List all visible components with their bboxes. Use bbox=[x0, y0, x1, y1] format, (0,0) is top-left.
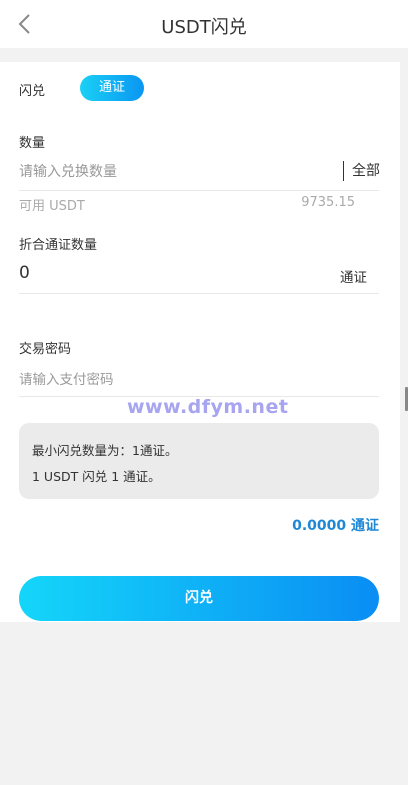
total-amount: 0.0000 通证 bbox=[292, 518, 379, 534]
password-input[interactable] bbox=[19, 369, 349, 391]
swap-submit-button[interactable]: 闪兑 bbox=[19, 576, 379, 621]
notice-rate: 1 USDT 闪兑 1 通证。 bbox=[32, 469, 161, 484]
token-select-button[interactable]: 通证 bbox=[80, 75, 144, 101]
converted-divider bbox=[19, 293, 379, 294]
converted-label: 折合通证数量 bbox=[19, 238, 98, 253]
amount-label: 数量 bbox=[19, 136, 46, 151]
top-bar: USDT闪兑 bbox=[0, 0, 408, 48]
page-title: USDT闪兑 bbox=[161, 17, 247, 38]
swap-label: 闪兑 bbox=[19, 84, 46, 99]
available-label: 可用 USDT bbox=[19, 199, 85, 214]
converted-unit: 通证 bbox=[340, 270, 367, 286]
watermark: www.dfym.net bbox=[127, 396, 289, 418]
all-button[interactable]: 全部 bbox=[343, 161, 380, 181]
amount-input[interactable] bbox=[19, 161, 329, 183]
notice-min-amount: 最小闪兑数量为：1通证。 bbox=[32, 443, 178, 458]
password-label: 交易密码 bbox=[19, 342, 72, 357]
notice-box: 最小闪兑数量为：1通证。 1 USDT 闪兑 1 通证。 bbox=[19, 423, 379, 499]
swap-form: 闪兑 通证 数量 全部 可用 USDT 9735.15 折合通证数量 0 通证 … bbox=[0, 62, 400, 622]
amount-divider bbox=[19, 190, 379, 191]
available-balance: 9735.15 bbox=[301, 195, 355, 210]
converted-value: 0 bbox=[19, 263, 30, 283]
